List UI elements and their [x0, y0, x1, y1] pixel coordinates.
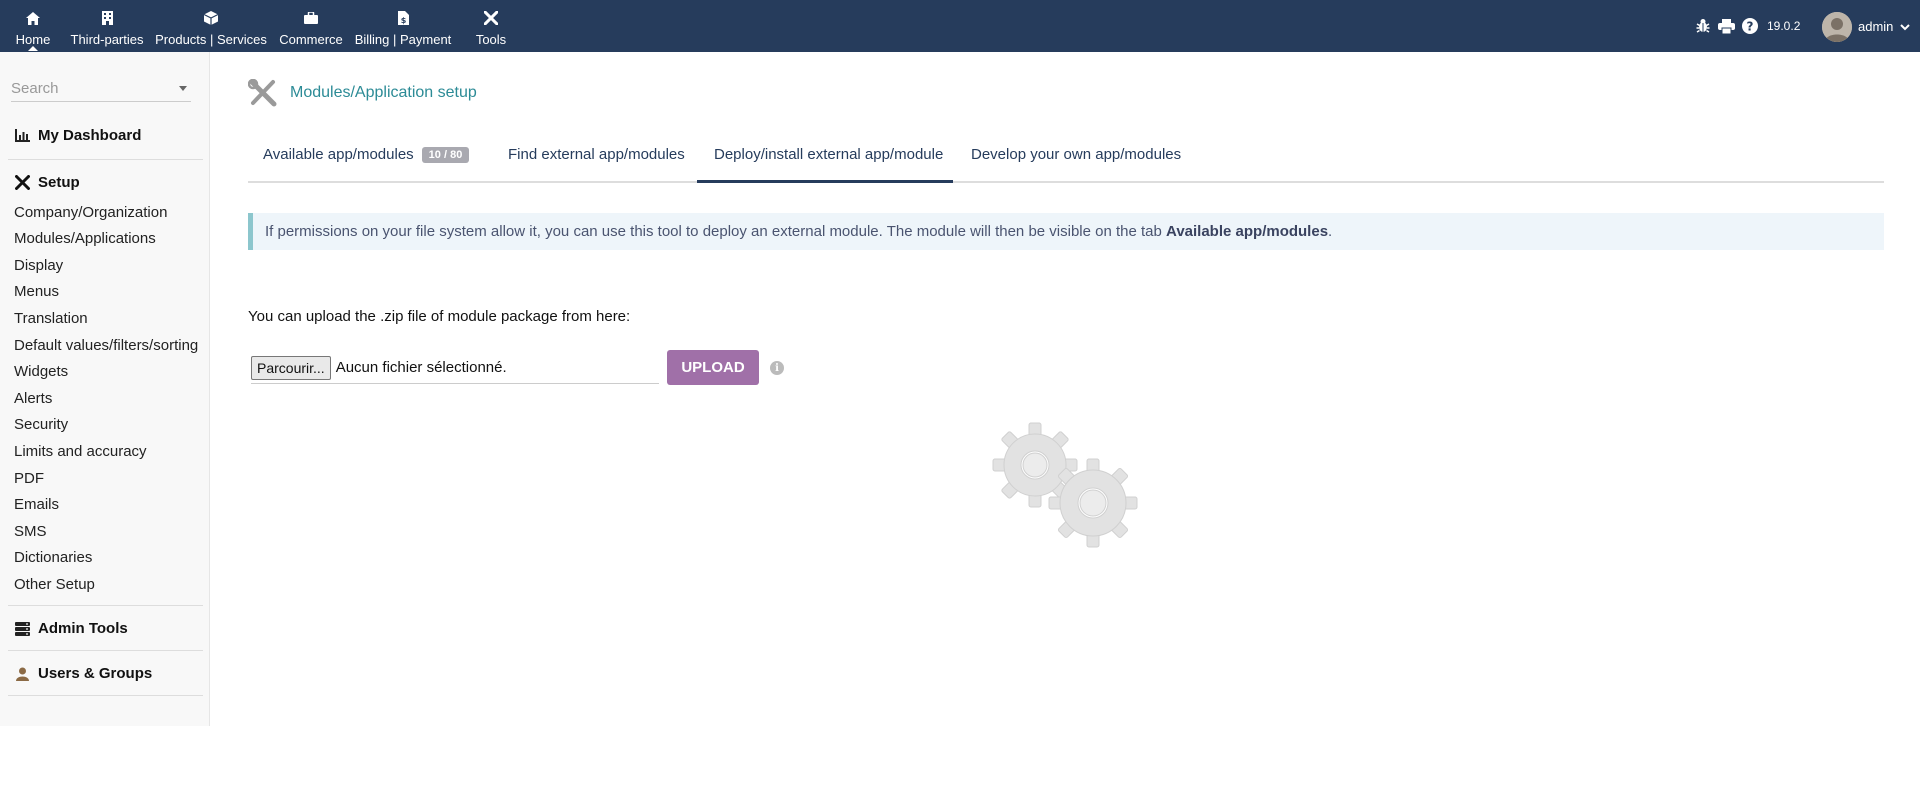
sidebar-item-modules[interactable]: Modules/Applications — [14, 230, 156, 247]
file-status-text: Aucun fichier sélectionné. — [335, 359, 507, 376]
home-icon — [25, 10, 41, 26]
tab-find-external[interactable]: Find external app/modules — [508, 140, 685, 183]
sidebar-item-menus[interactable]: Menus — [14, 283, 59, 300]
sidebar-item-emails[interactable]: Emails — [14, 496, 59, 513]
divider — [8, 650, 203, 651]
tab-available-modules[interactable]: Available app/modules 10 / 80 — [263, 140, 470, 183]
topmenu-billing-payment[interactable]: $ Billing | Payment — [354, 0, 452, 52]
sidebar-setup[interactable]: Setup — [14, 174, 80, 191]
gears-icon — [990, 420, 1140, 550]
chevron-down-icon[interactable] — [1899, 20, 1911, 32]
tab-available-modules-label: Available app/modules — [263, 146, 414, 163]
topmenu-third-parties[interactable]: Third-parties — [70, 0, 144, 52]
topmenu-commerce[interactable]: Commerce — [278, 0, 344, 52]
sidebar-item-security[interactable]: Security — [14, 416, 68, 433]
sidebar-item-widgets[interactable]: Widgets — [14, 363, 68, 380]
divider — [8, 159, 203, 160]
svg-text:?: ? — [1747, 20, 1754, 34]
topmenu-third-parties-label: Third-parties — [70, 32, 144, 47]
sidebar-admin-tools[interactable]: Admin Tools — [14, 620, 128, 637]
tab-deploy-install[interactable]: Deploy/install external app/module — [697, 140, 953, 183]
svg-text:$: $ — [400, 16, 406, 25]
topmenu-tools[interactable]: Tools — [472, 0, 510, 52]
tools-icon — [483, 10, 499, 26]
browse-button[interactable]: Parcourir... — [251, 355, 331, 380]
info-message-link-text: Available app/modules — [1166, 223, 1329, 240]
print-icon[interactable] — [1717, 17, 1735, 35]
topmenu-commerce-label: Commerce — [279, 32, 343, 47]
info-message: If permissions on your file system allow… — [248, 213, 1884, 250]
sidebar-item-company[interactable]: Company/Organization — [14, 204, 167, 221]
sidebar-item-pdf[interactable]: PDF — [14, 470, 44, 487]
left-sidebar: My Dashboard Setup Company/Organization … — [0, 52, 210, 726]
sidebar-item-default-values[interactable]: Default values/filters/sorting — [14, 337, 198, 354]
briefcase-icon — [303, 10, 319, 26]
topmenu-tools-label: Tools — [475, 32, 507, 47]
cube-icon — [203, 10, 219, 26]
info-icon[interactable]: i — [770, 361, 784, 375]
modules-count-badge: 10 / 80 — [421, 147, 470, 163]
sidebar-setup-label: Setup — [38, 174, 80, 191]
version-label: 19.0.2 — [1767, 19, 1801, 33]
top-navigation-bar: Home Third-parties Products | Services C… — [0, 0, 1920, 52]
dropdown-caret-icon[interactable] — [179, 86, 187, 91]
topmenu-billing-label: Billing | Payment — [354, 32, 452, 47]
upload-button[interactable]: UPLOAD — [667, 350, 759, 385]
search-box[interactable] — [11, 76, 191, 102]
topmenu-products-services[interactable]: Products | Services — [154, 0, 268, 52]
search-input[interactable] — [11, 76, 171, 100]
sidebar-item-translation[interactable]: Translation — [14, 310, 88, 327]
topmenu-products-label: Products | Services — [155, 32, 267, 47]
sidebar-item-dictionaries[interactable]: Dictionaries — [14, 549, 92, 566]
user-name[interactable]: admin — [1858, 19, 1893, 34]
sidebar-item-limits[interactable]: Limits and accuracy — [14, 443, 147, 460]
sidebar-item-alerts[interactable]: Alerts — [14, 390, 52, 407]
building-icon — [99, 10, 115, 26]
tab-bar: Available app/modules 10 / 80 Find extern… — [248, 140, 1884, 183]
sidebar-item-other-setup[interactable]: Other Setup — [14, 576, 95, 593]
sidebar-my-dashboard-label: My Dashboard — [38, 127, 142, 144]
sidebar-item-display[interactable]: Display — [14, 257, 63, 274]
info-message-text: If permissions on your file system allow… — [265, 223, 1167, 240]
upload-instructions: You can upload the .zip file of module p… — [248, 308, 631, 325]
user-icon — [14, 666, 30, 682]
page-title: Modules/Application setup — [290, 84, 477, 101]
bug-icon[interactable] — [1694, 17, 1712, 35]
tools-icon — [14, 175, 30, 191]
chart-icon — [14, 128, 30, 144]
sidebar-admin-tools-label: Admin Tools — [38, 620, 128, 637]
sidebar-users-groups[interactable]: Users & Groups — [14, 665, 152, 682]
file-dollar-icon: $ — [395, 10, 411, 26]
info-message-end: . — [1328, 223, 1333, 240]
divider — [8, 695, 203, 696]
divider — [8, 605, 203, 606]
sidebar-my-dashboard[interactable]: My Dashboard — [14, 127, 141, 144]
tools-icon — [247, 78, 278, 107]
server-icon — [14, 621, 30, 637]
topmenu-home[interactable]: Home — [12, 0, 54, 52]
user-avatar[interactable] — [1822, 12, 1852, 42]
topmenu-home-label: Home — [15, 32, 51, 47]
file-input[interactable]: Parcourir... Aucun fichier sélectionné. — [251, 352, 659, 384]
sidebar-item-sms[interactable]: SMS — [14, 523, 47, 540]
sidebar-users-groups-label: Users & Groups — [38, 665, 153, 682]
tab-develop-own[interactable]: Develop your own app/modules — [971, 140, 1181, 183]
help-icon[interactable]: ? — [1741, 17, 1759, 35]
